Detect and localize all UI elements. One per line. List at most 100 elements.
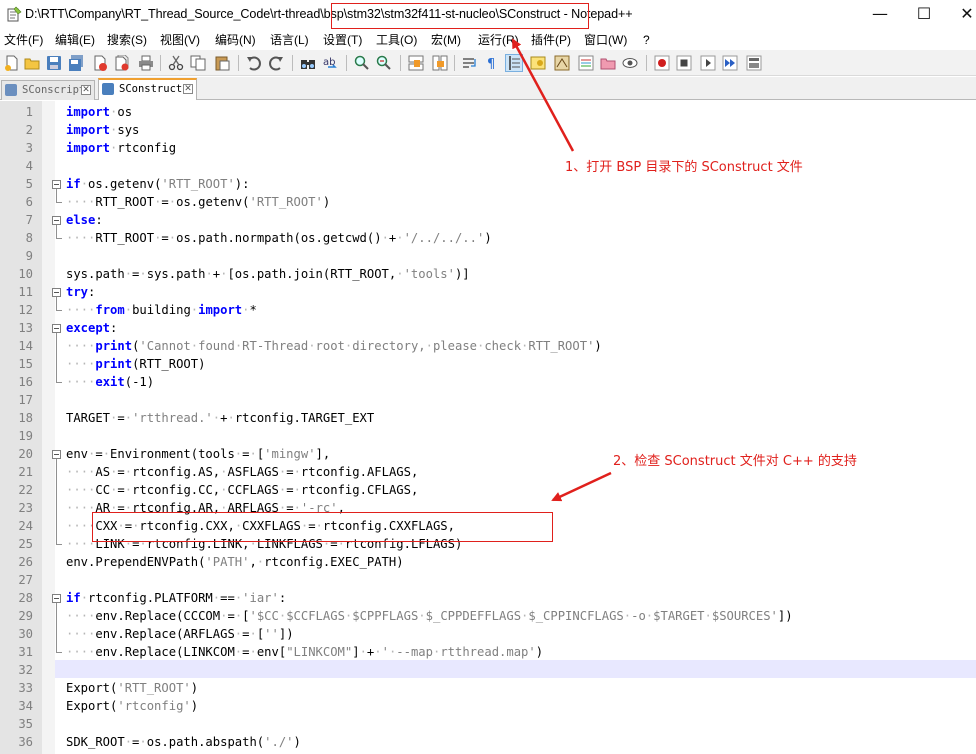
close-file-icon[interactable] (92, 55, 108, 71)
code-line[interactable]: else: (66, 211, 103, 229)
code-line[interactable]: ····RTT_ROOT·=·os.path.normpath(os.getcw… (66, 229, 492, 247)
save-macro-icon[interactable] (746, 55, 762, 71)
fold-toggle-icon[interactable] (52, 324, 61, 333)
code-line[interactable]: ····RTT_ROOT·=·os.getenv('RTT_ROOT') (66, 193, 330, 211)
print-icon[interactable] (138, 55, 154, 71)
fold-toggle-icon[interactable] (52, 216, 61, 225)
menu-plugins[interactable]: 插件(P) (531, 32, 571, 48)
menu-edit[interactable]: 编辑(E) (55, 32, 95, 48)
code-line[interactable]: ····exit(-1) (66, 373, 154, 391)
minimize-button[interactable]: — (868, 4, 892, 24)
monitoring-icon[interactable] (622, 55, 638, 71)
code-line[interactable]: Export('RTT_ROOT') (66, 679, 198, 697)
redo-icon[interactable] (268, 55, 284, 71)
user-language-icon[interactable] (530, 55, 546, 71)
menu-run[interactable]: 运行(R) (478, 32, 519, 48)
record-macro-icon[interactable] (654, 55, 670, 71)
cut-icon[interactable] (168, 55, 184, 71)
cxx-line-highlight-box (92, 512, 553, 542)
code-line[interactable]: env·=·Environment(tools·=·['mingw'], (66, 445, 330, 463)
show-all-characters-icon[interactable]: ¶ (484, 55, 500, 71)
code-line[interactable]: ····print(RTT_ROOT) (66, 355, 205, 373)
line-number: 18 (18, 411, 33, 425)
code-editor[interactable]: import·os import·sys import·rtconfig if·os.… (0, 101, 976, 754)
line-number: 11 (18, 285, 33, 299)
function-list-icon[interactable] (578, 55, 594, 71)
close-all-icon[interactable] (114, 55, 130, 71)
menu-file[interactable]: 文件(F) (4, 32, 43, 48)
undo-icon[interactable] (246, 55, 262, 71)
indent-guide-icon[interactable] (505, 54, 523, 72)
fold-line (56, 225, 57, 238)
code-line[interactable]: ····from·building·import·* (66, 301, 257, 319)
menu-macro[interactable]: 宏(M) (431, 32, 461, 48)
zoom-in-icon[interactable] (354, 55, 370, 71)
code-line[interactable]: try: (66, 283, 95, 301)
code-line[interactable]: ····print('Cannot·found·RT-Thread·root·d… (66, 337, 602, 355)
line-number: 15 (18, 357, 33, 371)
replace-icon[interactable]: ab (322, 55, 338, 71)
maximize-button[interactable]: ☐ (912, 4, 936, 24)
tab-sconstruct[interactable]: SConstruct ✕ (98, 78, 197, 100)
menu-view[interactable]: 视图(V) (160, 32, 200, 48)
paste-icon[interactable] (214, 55, 230, 71)
code-line[interactable]: Export('rtconfig') (66, 697, 198, 715)
code-line[interactable]: sys.path·=·sys.path·+·[os.path.join(RTT_… (66, 265, 470, 283)
close-tab-icon[interactable]: ✕ (81, 85, 91, 95)
new-file-icon[interactable] (4, 55, 20, 71)
document-map-icon[interactable] (554, 55, 570, 71)
play-macro-icon[interactable] (700, 55, 716, 71)
zoom-out-icon[interactable] (376, 55, 392, 71)
code-line[interactable]: SDK_ROOT·=·os.path.abspath('./') (66, 733, 301, 751)
tab-label: SConscript (22, 84, 86, 96)
save-icon[interactable] (46, 55, 62, 71)
fold-toggle-icon[interactable] (52, 288, 61, 297)
close-tab-icon[interactable]: ✕ (183, 84, 193, 94)
menu-help[interactable]: ? (643, 32, 650, 48)
code-line[interactable]: ····env.Replace(LINKCOM·=·env["LINKCOM"]… (66, 643, 543, 661)
code-line[interactable]: import·os (66, 103, 132, 121)
menu-search[interactable]: 搜索(S) (107, 32, 147, 48)
sync-horizontal-icon[interactable] (432, 55, 448, 71)
stop-macro-icon[interactable] (676, 55, 692, 71)
line-number: 36 (18, 735, 33, 749)
fold-end-mark (56, 310, 62, 311)
menu-settings[interactable]: 设置(T) (323, 32, 362, 48)
menu-tools[interactable]: 工具(O) (376, 32, 417, 48)
sync-vertical-icon[interactable] (408, 55, 424, 71)
code-line[interactable]: ····env.Replace(CCCOM·=·['$CC·$CCFLAGS·$… (66, 607, 793, 625)
code-line[interactable]: import·rtconfig (66, 139, 176, 157)
line-number: 23 (18, 501, 33, 515)
fold-toggle-icon[interactable] (52, 594, 61, 603)
copy-icon[interactable] (190, 55, 206, 71)
fold-toggle-icon[interactable] (52, 180, 61, 189)
code-line[interactable]: import·sys (66, 121, 139, 139)
code-line[interactable]: env.PrependENVPath('PATH',·rtconfig.EXEC… (66, 553, 404, 571)
line-number: 21 (18, 465, 33, 479)
tab-sconscript[interactable]: SConscript ✕ (1, 80, 95, 100)
fold-end-mark (56, 544, 62, 545)
fold-margin[interactable] (42, 101, 55, 754)
code-line[interactable]: ····AS·=·rtconfig.AS,·ASFLAGS·=·rtconfig… (66, 463, 418, 481)
code-line[interactable]: if·os.getenv('RTT_ROOT'): (66, 175, 249, 193)
run-macro-multiple-icon[interactable] (722, 55, 738, 71)
code-line[interactable]: TARGET·=·'rtthread.'·+·rtconfig.TARGET_E… (66, 409, 374, 427)
line-number: 22 (18, 483, 33, 497)
find-icon[interactable] (300, 55, 316, 71)
code-line[interactable]: ····env.Replace(ARFLAGS·=·['']) (66, 625, 294, 643)
fold-toggle-icon[interactable] (52, 450, 61, 459)
folder-workspace-icon[interactable] (600, 55, 616, 71)
word-wrap-icon[interactable] (462, 55, 478, 71)
menu-language[interactable]: 语言(L) (270, 32, 309, 48)
open-file-icon[interactable] (24, 55, 40, 71)
save-all-icon[interactable] (68, 55, 84, 71)
menu-window[interactable]: 窗口(W) (584, 32, 627, 48)
code-line[interactable]: ····CC·=·rtconfig.CC,·CCFLAGS·=·rtconfig… (66, 481, 418, 499)
menu-encoding[interactable]: 编码(N) (215, 32, 256, 48)
annotation-step-2: 2、检查 SConstruct 文件对 C++ 的支持 (613, 454, 857, 469)
code-line[interactable]: except: (66, 319, 117, 337)
code-line[interactable]: if·rtconfig.PLATFORM·==·'iar': (66, 589, 286, 607)
close-button[interactable]: ✕ (955, 4, 976, 24)
svg-text:¶: ¶ (487, 57, 495, 71)
notepad-plus-plus-icon (7, 6, 22, 22)
